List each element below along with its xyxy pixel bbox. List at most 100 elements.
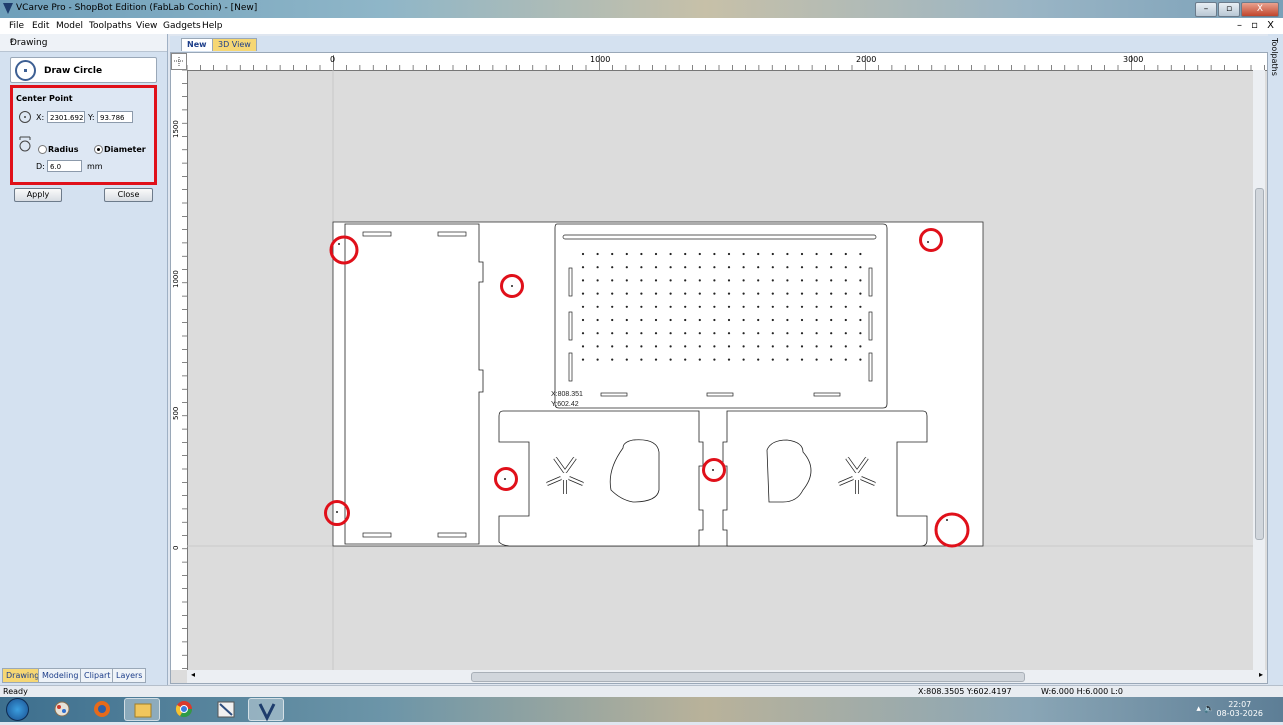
- perforation-hole: [713, 305, 716, 308]
- perforation-hole: [727, 252, 731, 256]
- mdi-window-controls[interactable]: – ▫ X: [1237, 20, 1277, 31]
- perforation-hole: [815, 266, 818, 269]
- perforation-hole: [757, 252, 760, 256]
- vertical-scrollbar[interactable]: [1253, 70, 1265, 670]
- perforation-hole: [669, 332, 672, 335]
- design-drawing[interactable]: [187, 70, 1253, 670]
- perforation-hole: [859, 305, 862, 308]
- pin-icon[interactable]: ᵖ: [10, 38, 159, 48]
- drill-hole: [712, 469, 714, 471]
- tab-new[interactable]: New: [181, 38, 213, 51]
- taskbar-vectric-icon[interactable]: [208, 698, 244, 721]
- menu-edit[interactable]: Edit: [32, 21, 49, 31]
- drill-hole: [336, 511, 338, 513]
- drawing-canvas[interactable]: X:808.351 Y:602.42: [187, 70, 1267, 670]
- perforation-hole: [713, 345, 716, 348]
- draw-circle-header: Draw Circle: [10, 57, 157, 83]
- taskbar-chrome-icon[interactable]: [166, 698, 202, 721]
- h-tick-label-1000: 1000: [590, 55, 611, 64]
- perforation-hole: [859, 345, 862, 348]
- menu-file[interactable]: File: [9, 21, 24, 31]
- perforation-hole: [771, 358, 774, 361]
- x-input[interactable]: 2301.692: [47, 111, 85, 123]
- tab-layers[interactable]: Layers: [112, 668, 147, 683]
- menu-view[interactable]: View: [136, 21, 157, 31]
- horizontal-scrollbar[interactable]: ◂ ▸: [187, 670, 1267, 683]
- perforation-hole: [698, 318, 701, 322]
- perforation-hole: [669, 305, 672, 308]
- menu-toolpaths[interactable]: Toolpaths: [89, 21, 132, 31]
- menu-gadgets[interactable]: Gadgets: [163, 21, 201, 31]
- perforation-hole: [669, 252, 672, 256]
- perforation-hole: [713, 332, 716, 335]
- perforation-hole: [742, 345, 745, 348]
- perforation-hole: [786, 358, 789, 361]
- menu-model[interactable]: Model: [56, 21, 83, 31]
- perforation-hole: [800, 332, 804, 335]
- crosshair-icon: [174, 57, 184, 66]
- maximize-button[interactable]: ▫: [1218, 2, 1240, 17]
- perforation-hole: [640, 345, 643, 348]
- perforation-hole: [654, 358, 658, 361]
- scroll-left-arrow-icon[interactable]: ◂: [191, 670, 195, 679]
- perforation-hole: [815, 252, 818, 256]
- diameter-radio[interactable]: [94, 145, 103, 154]
- menu-help[interactable]: Help: [202, 21, 223, 31]
- taskbar-files-icon[interactable]: [124, 698, 160, 721]
- perforation-hole: [581, 252, 585, 256]
- perforation-hole: [815, 358, 818, 361]
- perforation-hole: [742, 279, 745, 282]
- perforation-hole: [684, 318, 687, 322]
- panel-header: Drawing ᵖ: [0, 34, 167, 52]
- perforation-hole: [611, 292, 614, 295]
- perforation-hole: [625, 332, 628, 335]
- ruler-corner[interactable]: [171, 53, 187, 70]
- minimize-button[interactable]: –: [1195, 2, 1217, 17]
- perforation-hole: [698, 252, 701, 256]
- perforation-hole: [596, 305, 599, 308]
- horizontal-scroll-thumb[interactable]: [471, 672, 1025, 682]
- perforation-hole: [625, 279, 628, 282]
- toolpaths-side-tab[interactable]: Toolpaths: [1268, 34, 1283, 685]
- perforation-hole: [815, 332, 818, 335]
- tab-modeling[interactable]: Modeling: [38, 668, 83, 683]
- perforation-hole: [640, 318, 643, 322]
- radius-radio[interactable]: [38, 145, 47, 154]
- apply-button[interactable]: Apply: [14, 188, 62, 202]
- taskbar-vcarve-icon[interactable]: [248, 698, 284, 722]
- system-clock[interactable]: 22:07 08-03-2026: [1217, 700, 1264, 718]
- close-button[interactable]: Close: [104, 188, 153, 202]
- close-window-button[interactable]: X: [1241, 2, 1279, 17]
- perforation-hole: [640, 332, 643, 335]
- perforation-hole: [654, 318, 658, 322]
- perforation-hole: [786, 292, 789, 295]
- perforation-hole: [844, 266, 847, 269]
- center-point-label: Center Point: [16, 94, 73, 103]
- perforation-hole: [727, 292, 731, 295]
- perforation-hole: [698, 292, 701, 295]
- tab-clipart[interactable]: Clipart: [80, 668, 115, 683]
- perforation-hole: [830, 292, 833, 295]
- perforation-hole: [815, 318, 818, 322]
- tray-icons[interactable]: ▴ 🔈: [1196, 704, 1215, 714]
- perforation-hole: [859, 358, 862, 361]
- perforation-hole: [771, 279, 774, 282]
- perforation-hole: [713, 358, 716, 361]
- start-button[interactable]: [6, 698, 29, 721]
- perforation-hole: [581, 279, 585, 282]
- taskbar-firefox-icon[interactable]: [84, 698, 120, 721]
- tab-3d-view[interactable]: 3D View: [212, 38, 257, 51]
- perforation-hole: [713, 292, 716, 295]
- y-input[interactable]: 93.786: [97, 111, 133, 123]
- diameter-input[interactable]: 6.0: [47, 160, 82, 172]
- vertical-scroll-thumb[interactable]: [1255, 188, 1264, 540]
- perforation-hole: [844, 358, 847, 361]
- perforation-hole: [698, 345, 701, 348]
- document-tabs: New 3D View: [170, 36, 1268, 52]
- drawing-panel: Drawing ᵖ Draw Circle Center Point X: 23…: [0, 34, 168, 685]
- taskbar-paint-icon[interactable]: [44, 698, 80, 721]
- perforation-hole: [654, 266, 658, 269]
- scroll-right-arrow-icon[interactable]: ▸: [1259, 670, 1263, 679]
- perforation-hole: [596, 345, 599, 348]
- perforation-hole: [625, 345, 628, 348]
